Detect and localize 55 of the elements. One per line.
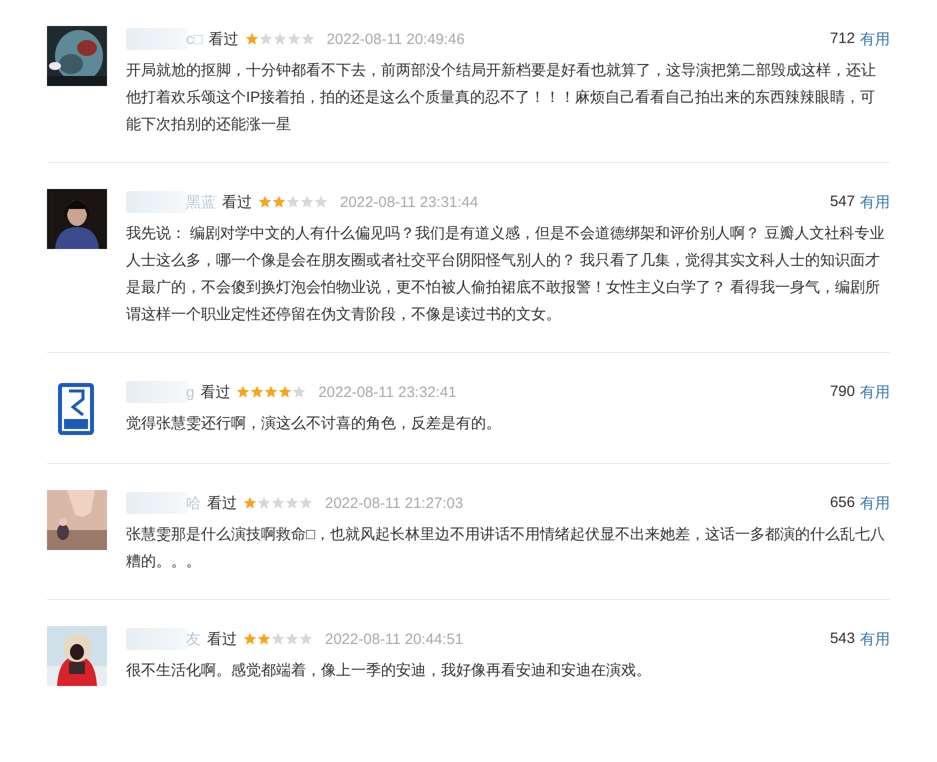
review-text: 觉得张慧雯还行啊，演这么不讨喜的角色，反差是有的。 [126, 414, 502, 434]
star-icon [272, 195, 286, 209]
review-date: 2022-08-11 23:31:44 [340, 194, 478, 210]
review-date: 2022-08-11 21:27:03 [325, 494, 464, 512]
watch-status: 看过 [208, 30, 239, 48]
review-date: 2022-08-11 20:44:51 [325, 630, 464, 648]
useful-link[interactable]: 有用 [860, 494, 890, 512]
watch-status: 看过 [207, 630, 237, 648]
star-icon [271, 632, 285, 646]
blurred-name [126, 381, 188, 403]
star-icon [300, 195, 314, 209]
watch-status: 看过 [207, 494, 237, 512]
star-icon [257, 496, 271, 510]
star-icon [258, 32, 273, 46]
blurred-name [126, 628, 188, 650]
useful-link[interactable]: 有用 [860, 30, 890, 48]
useful-link[interactable]: 有用 [860, 192, 890, 212]
star-icon [299, 496, 313, 510]
vote-count: 543 [830, 630, 855, 648]
vote-count: 547 [830, 192, 855, 212]
blurred-name [126, 28, 188, 50]
star-icon [264, 385, 278, 399]
review-date: 2022-08-11 23:32:41 [318, 384, 457, 400]
star-icon [314, 195, 328, 209]
star-icon [243, 496, 257, 510]
blurred-name [126, 492, 188, 514]
star-icon [244, 32, 259, 46]
star-icon [272, 32, 287, 46]
star-icon [250, 385, 264, 399]
star-icon [292, 385, 306, 399]
star-icon [236, 385, 250, 399]
star-icon [243, 632, 257, 646]
review-text: 开局就尬的抠脚，十分钟都看不下去，前两部没个结局开新档要是好看也就算了，这导演把第二部毁成这样，还让他打着欢乐颂这个IP接着拍，拍的还是这么个质量真的忍不了！！！麻烦自己看看自己拍出来的东西辣辣眼睛，可能下次拍别的还能涨一星 [126, 61, 877, 135]
review-date: 2022-08-11 20:49:46 [326, 30, 465, 48]
star-icon [271, 496, 285, 510]
review-text: 我先说： 编剧对学中文的人有什么偏见吗？我们是有道义感，但是不会道德绑架和评价别人啊？ 豆瓣人文社科专业人士这么多，哪一个像是会在朋友圈或者社交平台阴阳怪气别人的？ 我只看了几集，觉得其实文科人士的知识面才是最广的，不会傻到换灯泡会怕物业说，更不怕被人偷拍裙底不敢报警！女性主义白学了？ 看得我一身气，编剧所谓这样一个职业定性还停留在伪文青阶段，不像是读过书的文女。 [126, 224, 886, 325]
star-icon [278, 385, 292, 399]
star-icon [299, 632, 313, 646]
useful-link[interactable]: 有用 [860, 630, 890, 648]
review-text: 很不生活化啊。感觉都端着，像上一季的安迪，我好像再看安迪和安迪在演戏。 [126, 661, 652, 681]
useful-link[interactable]: 有用 [860, 382, 890, 402]
star-icon [300, 32, 315, 46]
watch-status: 看过 [200, 382, 230, 402]
vote-count: 656 [830, 494, 855, 512]
star-icon [257, 632, 271, 646]
star-icon [286, 32, 301, 46]
watch-status: 看过 [222, 192, 252, 212]
review-text: 张慧雯那是什么演技啊救命□，也就风起长林里边不用讲话不用情绪起伏显不出来她差，这话一多都演的什么乱七八糟的。。。 [126, 525, 886, 572]
blurred-name [126, 191, 188, 213]
vote-count: 790 [830, 382, 855, 402]
star-icon [286, 195, 300, 209]
star-icon [285, 496, 299, 510]
star-icon [285, 632, 299, 646]
vote-count: 712 [830, 30, 855, 48]
star-icon [258, 195, 272, 209]
